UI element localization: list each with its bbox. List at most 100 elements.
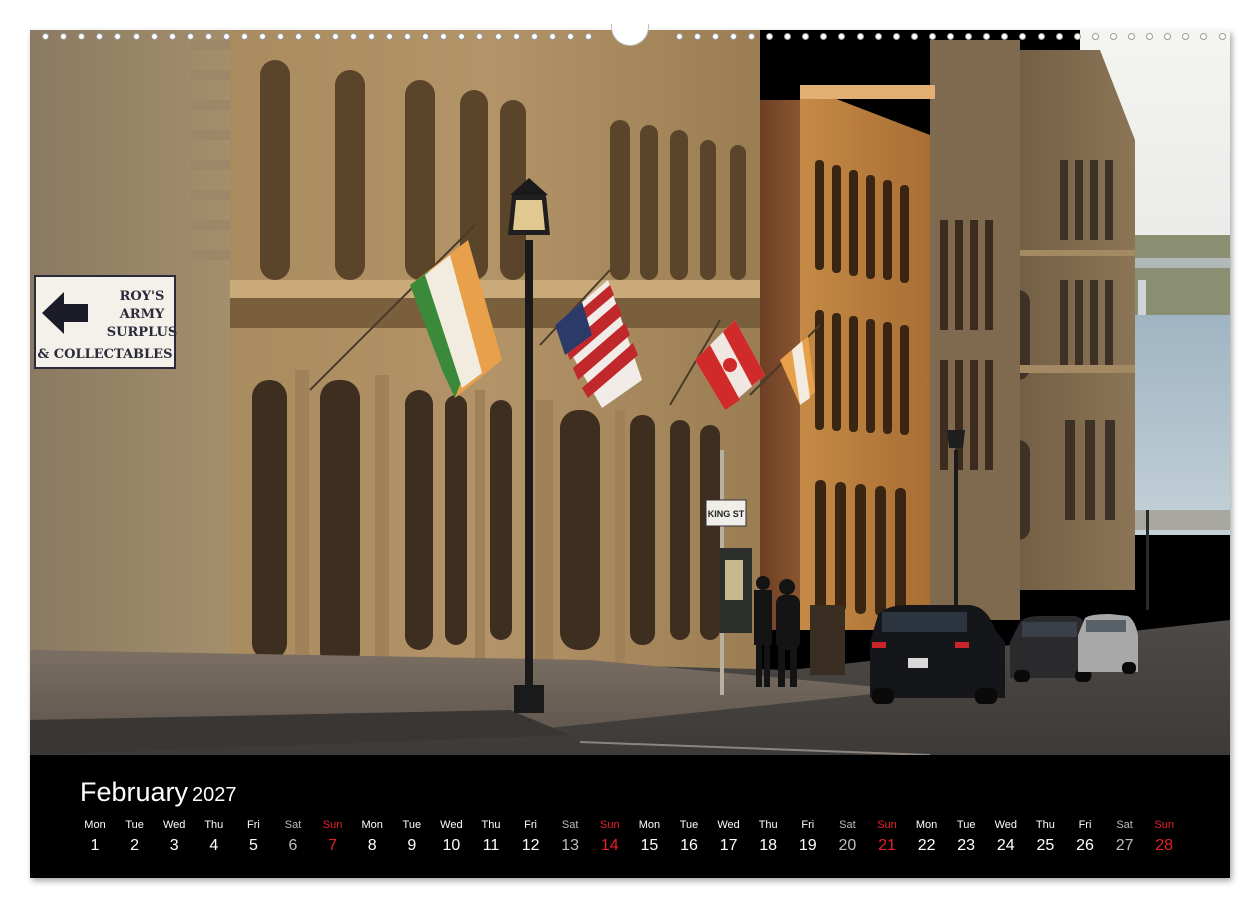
day-cell: Tue 23 bbox=[946, 819, 986, 855]
weekday-label: Mon bbox=[915, 819, 938, 831]
roys-army-surplus-sign: ROY'S ARMY SURPLUS & COLLECTABLES bbox=[34, 275, 177, 369]
day-cell: Mon 1 bbox=[75, 819, 115, 855]
hanger-hook bbox=[611, 24, 649, 46]
binding-hole bbox=[512, 33, 520, 40]
binding-hole bbox=[295, 33, 303, 40]
binding-hole bbox=[1200, 33, 1208, 40]
weekday-label: Thu bbox=[481, 819, 501, 831]
weekday-label: Mon bbox=[84, 819, 106, 831]
day-cell: Tue 2 bbox=[115, 819, 155, 855]
day-grid: Mon 1 Tue 2 Wed 3 Thu 4 Fri 5 Sat 6 Sun 7 Mon 8 Tue 9 Wed 1… bbox=[75, 819, 1190, 869]
weekday-label: Thu bbox=[758, 819, 778, 831]
binding-hole bbox=[150, 33, 158, 40]
weekday-label: Sat bbox=[561, 819, 579, 831]
weekday-label: Wed bbox=[162, 819, 186, 831]
binding-hole bbox=[476, 33, 484, 40]
day-cell: Tue 9 bbox=[392, 819, 432, 855]
day-number: 7 bbox=[328, 837, 338, 854]
day-number: 19 bbox=[798, 837, 817, 854]
day-cell: Sat 27 bbox=[1105, 819, 1145, 855]
binding-hole bbox=[802, 33, 810, 40]
weekday-label: Tue bbox=[956, 819, 976, 831]
binding-hole bbox=[766, 33, 773, 40]
binding-hole bbox=[422, 33, 430, 40]
binding-hole bbox=[404, 33, 411, 40]
day-cell: Tue 16 bbox=[669, 819, 709, 855]
weekday-label: Tue bbox=[679, 819, 699, 831]
binding-hole bbox=[168, 33, 176, 40]
day-number: 8 bbox=[367, 837, 377, 854]
binding-hole bbox=[566, 33, 574, 40]
sign-line-2: ARMY bbox=[119, 307, 165, 322]
binding-hole bbox=[1128, 33, 1135, 40]
binding-hole bbox=[693, 33, 701, 40]
street-photo: ROY'S ARMY SURPLUS & COLLECTABLES KING S… bbox=[30, 30, 1230, 755]
binding-hole bbox=[114, 33, 122, 40]
weekday-label: Sun bbox=[322, 819, 343, 831]
binding-hole bbox=[78, 33, 86, 40]
weekday-label: Fri bbox=[246, 819, 260, 831]
day-number: 9 bbox=[407, 837, 417, 854]
binding-hole bbox=[548, 33, 556, 40]
binding-hole bbox=[820, 33, 828, 40]
day-number: 13 bbox=[561, 837, 580, 854]
year: 2027 bbox=[192, 784, 237, 806]
day-number: 11 bbox=[482, 837, 500, 854]
binding-hole bbox=[856, 33, 864, 40]
spiral-binding bbox=[30, 24, 1230, 46]
binding-hole bbox=[784, 33, 792, 40]
binding-hole bbox=[892, 33, 900, 40]
binding-hole bbox=[874, 33, 882, 40]
street-scene: ROY'S ARMY SURPLUS & COLLECTABLES KING S… bbox=[30, 30, 1230, 755]
day-cell: Fri 12 bbox=[511, 819, 551, 855]
day-number: 16 bbox=[680, 837, 698, 854]
binding-hole bbox=[1037, 33, 1045, 40]
day-cell: Mon 22 bbox=[907, 819, 947, 855]
weekday-label: Thu bbox=[1035, 819, 1055, 831]
day-cell: Sat 6 bbox=[273, 819, 313, 855]
binding-hole bbox=[965, 33, 973, 40]
binding-hole bbox=[259, 33, 267, 40]
weekday-label: Sun bbox=[877, 819, 897, 831]
weekday-label: Thu bbox=[204, 819, 224, 831]
weekday-label: Sun bbox=[600, 819, 620, 831]
weekday-label: Mon bbox=[361, 819, 383, 831]
binding-hole bbox=[928, 33, 936, 40]
sign-line-1: ROY'S bbox=[120, 289, 165, 304]
binding-hole bbox=[947, 33, 954, 40]
month-name: February bbox=[80, 777, 189, 807]
day-cell: Sun 21 bbox=[867, 819, 907, 855]
binding-hole bbox=[983, 33, 991, 40]
weekday-label: Wed bbox=[994, 819, 1017, 831]
weekday-label: Fri bbox=[801, 819, 815, 831]
day-cell: Sun 7 bbox=[313, 819, 353, 855]
day-cell: Sun 28 bbox=[1144, 819, 1184, 855]
binding-hole bbox=[747, 33, 755, 40]
day-cell: Wed 10 bbox=[431, 819, 471, 855]
binding-hole bbox=[440, 33, 448, 40]
binding-hole bbox=[313, 33, 321, 40]
binding-hole bbox=[910, 33, 918, 40]
day-cell: Thu 4 bbox=[194, 819, 234, 855]
weekday-label: Sat bbox=[1116, 819, 1133, 831]
binding-hole bbox=[385, 33, 393, 40]
day-cell: Fri 19 bbox=[788, 819, 828, 855]
day-cell: Fri 5 bbox=[233, 819, 273, 855]
day-number: 15 bbox=[640, 837, 659, 854]
street-sign-text: KING ST bbox=[708, 509, 745, 519]
binding-hole bbox=[729, 33, 737, 40]
day-number: 26 bbox=[1076, 837, 1094, 854]
day-number: 2 bbox=[130, 837, 140, 854]
weekday-label: Wed bbox=[717, 819, 740, 831]
day-cell: Wed 24 bbox=[986, 819, 1026, 855]
calendar-strip: February 2027 Mon 1 Tue 2 Wed 3 Thu 4 Fri 5 Sat 6 Sun… bbox=[30, 755, 1230, 878]
day-cell: Sat 20 bbox=[827, 819, 867, 855]
day-number: 25 bbox=[1036, 837, 1055, 854]
binding-hole bbox=[1001, 33, 1009, 40]
weekday-label: Wed bbox=[440, 819, 463, 831]
day-number: 6 bbox=[288, 837, 298, 854]
binding-hole bbox=[1218, 33, 1226, 40]
day-cell: Sat 13 bbox=[550, 819, 590, 855]
binding-hole bbox=[838, 33, 846, 40]
day-number: 18 bbox=[759, 837, 778, 854]
